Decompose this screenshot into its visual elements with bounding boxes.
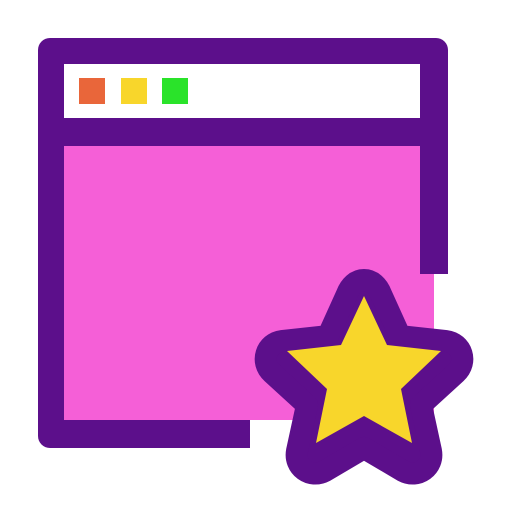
window-dot-maximize xyxy=(162,78,188,104)
window-dot-minimize xyxy=(121,78,147,104)
favorite-window-icon xyxy=(38,38,474,485)
window-dot-close xyxy=(79,78,105,104)
icon-canvas xyxy=(0,0,512,512)
window-titlebar xyxy=(64,64,420,118)
